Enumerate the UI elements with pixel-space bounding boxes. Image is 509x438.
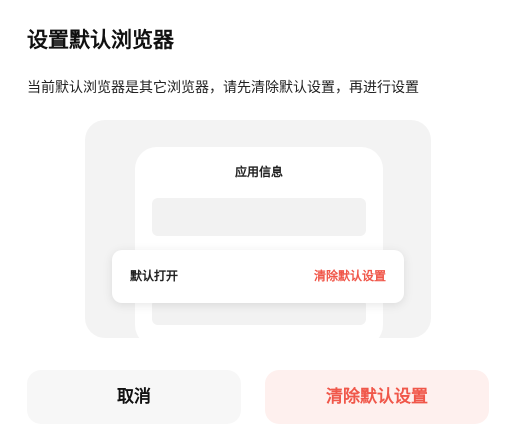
dialog-title: 设置默认浏览器 [27,28,174,52]
cancel-button[interactable]: 取消 [27,370,241,424]
placeholder-bar [152,198,366,236]
dialog-description: 当前默认浏览器是其它浏览器，请先清除默认设置，再进行设置 [27,80,419,96]
clear-defaults-button[interactable]: 清除默认设置 [265,370,489,424]
phone-mockup: 应用信息 [135,147,383,338]
clear-defaults-link: 清除默认设置 [313,269,386,283]
phone-title: 应用信息 [234,165,283,179]
default-open-card: 默认打开 清除默认设置 [112,250,404,303]
settings-illustration: 应用信息 [85,120,431,338]
default-open-label: 默认打开 [130,269,179,283]
